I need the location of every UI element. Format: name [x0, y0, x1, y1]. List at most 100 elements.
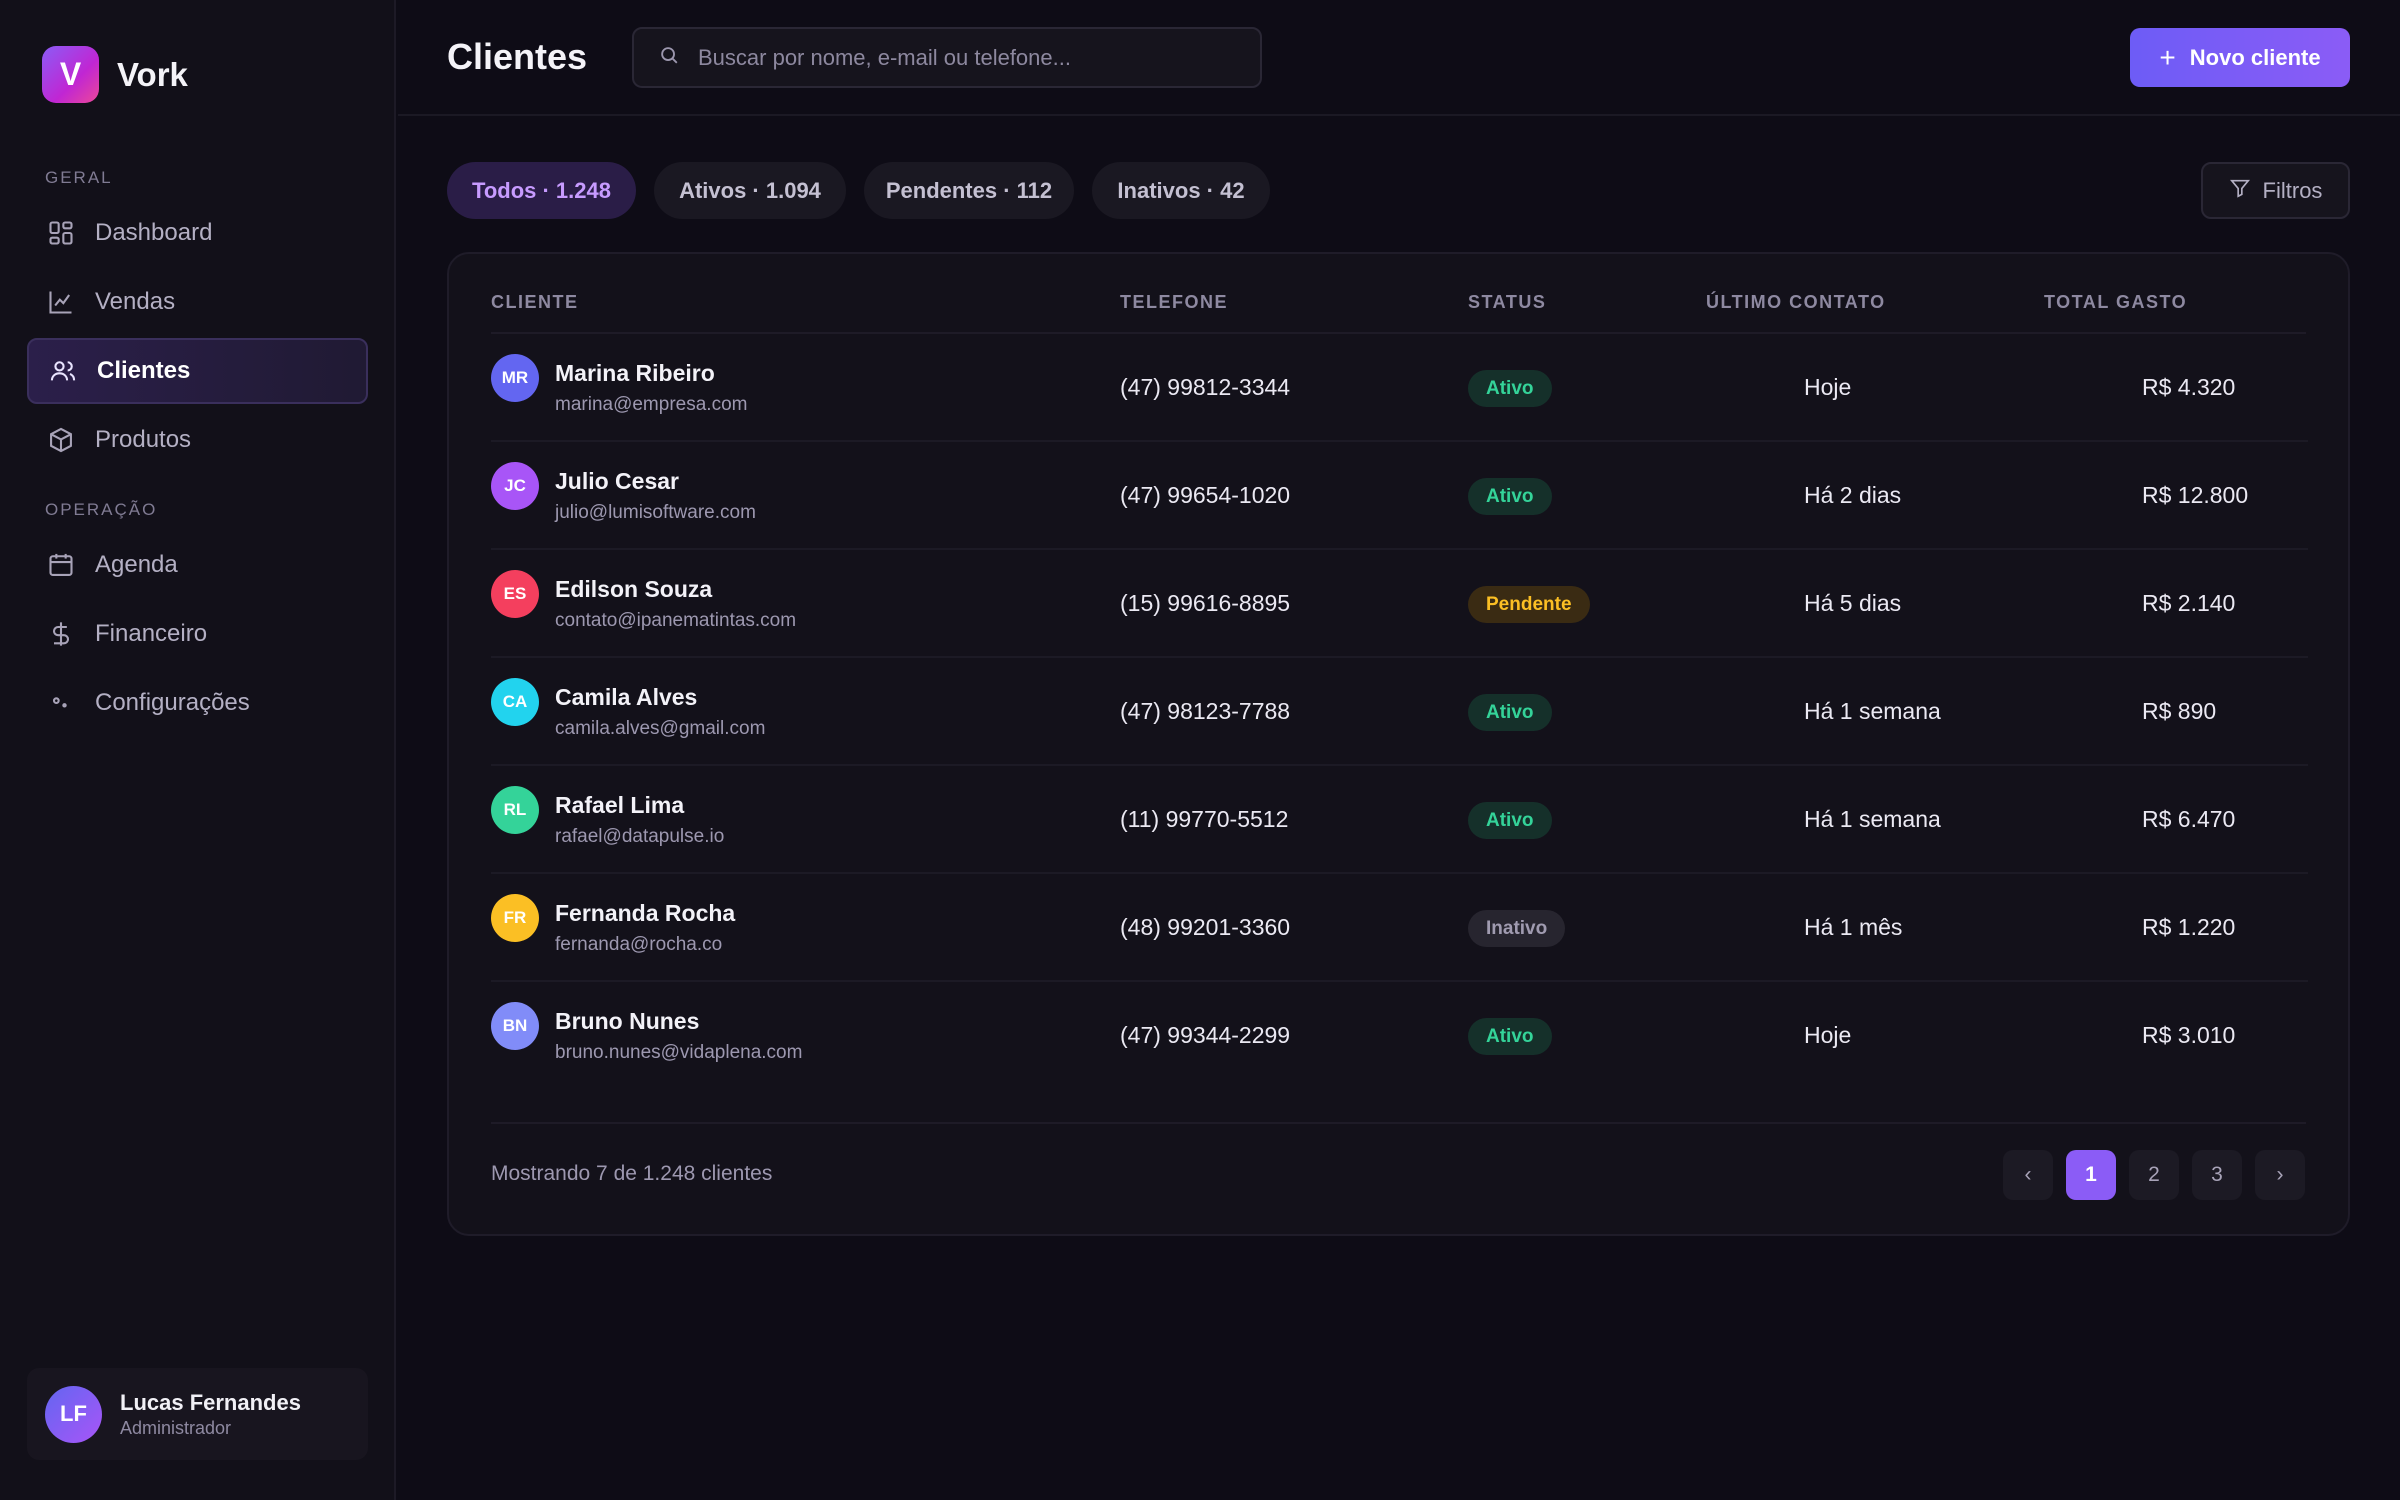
calendar-icon	[47, 551, 75, 579]
dollar-icon	[47, 620, 75, 648]
last-contact: Há 1 mês	[1804, 914, 1903, 940]
sidebar-item-label: Vendas	[95, 288, 176, 315]
column-header-cliente[interactable]: CLIENTE	[491, 292, 579, 313]
search-icon	[658, 44, 680, 71]
avatar: FR	[491, 894, 539, 942]
sidebar-item-produtos[interactable]: Produtos	[27, 407, 368, 473]
total-spent: R$ 4.320	[2142, 374, 2236, 400]
sidebar-item-configuracoes[interactable]: Configurações	[27, 670, 368, 736]
client-phone: (47) 99812-3344	[1120, 374, 1291, 400]
client-name[interactable]: Marina Ribeiro	[555, 360, 715, 387]
box-icon	[47, 426, 75, 454]
sidebar: V Vork GERAL Dashboard Vendas Clientes P…	[0, 0, 396, 1500]
sidebar-item-vendas[interactable]: Vendas	[27, 269, 368, 335]
results-count: Mostrando 7 de 1.248 clientes	[491, 1162, 773, 1185]
column-header-total-gasto[interactable]: TOTAL GASTO	[2044, 292, 2187, 313]
client-phone: (11) 99770-5512	[1120, 806, 1289, 832]
user-role: Administrador	[120, 1417, 232, 1438]
pagination-page-3[interactable]: 3	[2192, 1150, 2242, 1200]
status-badge: Ativo	[1468, 802, 1552, 839]
table-row[interactable]: ES Edilson Souza contato@ipanematintas.com…	[491, 550, 2308, 658]
status-badge: Ativo	[1468, 370, 1552, 407]
table-row[interactable]: CA Camila Alves camila.alves@gmail.com (47)…	[491, 658, 2308, 766]
table-row[interactable]: BN Bruno Nunes bruno.nunes@vidaplena.com (4…	[491, 982, 2308, 1090]
status-badge: Ativo	[1468, 478, 1552, 515]
total-spent: R$ 12.800	[2142, 482, 2249, 508]
client-name[interactable]: Bruno Nunes	[555, 1008, 699, 1035]
total-spent: R$ 3.010	[2142, 1022, 2236, 1048]
status-badge: Inativo	[1468, 910, 1566, 947]
sidebar-item-financeiro[interactable]: Financeiro	[27, 601, 368, 667]
pagination-next-button[interactable]: ›	[2255, 1150, 2305, 1200]
table-row[interactable]: MR Marina Ribeiro marina@empresa.com (47) 9…	[491, 334, 2308, 442]
user-name: Lucas Fernandes	[120, 1389, 301, 1415]
search-input[interactable]	[698, 44, 1238, 71]
last-contact: Há 1 semana	[1804, 806, 1941, 832]
search-box[interactable]	[632, 27, 1262, 88]
tab-inativos[interactable]: Inativos · 42	[1092, 162, 1270, 219]
status-badge: Ativo	[1468, 1018, 1552, 1055]
client-email: rafael@datapulse.io	[555, 826, 725, 847]
plus-icon: +	[2159, 41, 2176, 73]
client-phone: (47) 99344-2299	[1120, 1022, 1291, 1048]
client-email: fernanda@rocha.co	[555, 934, 723, 955]
nav-section-geral: GERAL	[45, 168, 113, 187]
client-name[interactable]: Rafael Lima	[555, 792, 684, 819]
client-phone: (48) 99201-3360	[1120, 914, 1291, 940]
client-phone: (47) 99654-1020	[1120, 482, 1291, 508]
brand-logo: V	[42, 46, 99, 103]
client-name[interactable]: Camila Alves	[555, 684, 697, 711]
filters-label: Filtros	[2262, 177, 2323, 203]
column-header-status[interactable]: STATUS	[1468, 292, 1546, 313]
column-header-telefone[interactable]: TELEFONE	[1120, 292, 1228, 313]
new-client-button[interactable]: + Novo cliente	[2130, 28, 2350, 87]
client-email: contato@ipanematintas.com	[555, 610, 797, 631]
table-row[interactable]: RL Rafael Lima rafael@datapulse.io (11) 997…	[491, 766, 2308, 874]
client-name[interactable]: Julio Cesar	[555, 468, 679, 495]
table-row[interactable]: JC Julio Cesar julio@lumisoftware.com (47) …	[491, 442, 2308, 550]
last-contact: Há 2 dias	[1804, 482, 1902, 508]
user-card[interactable]: LF Lucas Fernandes Administrador	[27, 1368, 368, 1460]
sidebar-item-clientes[interactable]: Clientes	[27, 338, 368, 404]
client-phone: (47) 98123-7788	[1120, 698, 1291, 724]
sidebar-item-label: Configurações	[95, 689, 250, 716]
sidebar-item-dashboard[interactable]: Dashboard	[27, 200, 368, 266]
avatar: ES	[491, 570, 539, 618]
page-title: Clientes	[447, 36, 588, 77]
pagination-page-1[interactable]: 1	[2066, 1150, 2116, 1200]
nav-section-operacao: OPERAÇÃO	[45, 500, 158, 519]
sidebar-item-agenda[interactable]: Agenda	[27, 532, 368, 598]
pagination-prev-button[interactable]: ‹	[2003, 1150, 2053, 1200]
line-chart-icon	[47, 288, 75, 316]
client-phone: (15) 99616-8895	[1120, 590, 1291, 616]
table-row[interactable]: FR Fernanda Rocha fernanda@rocha.co (48) 99…	[491, 874, 2308, 982]
status-badge: Pendente	[1468, 586, 1590, 623]
client-email: bruno.nunes@vidaplena.com	[555, 1042, 803, 1063]
total-spent: R$ 890	[2142, 698, 2217, 724]
total-spent: R$ 1.220	[2142, 914, 2236, 940]
avatar: JC	[491, 462, 539, 510]
sidebar-item-label: Dashboard	[95, 219, 213, 246]
tab-pendentes[interactable]: Pendentes · 112	[864, 162, 1074, 219]
filters-button[interactable]: Filtros	[2201, 162, 2350, 219]
column-header-ultimo-contato[interactable]: ÚLTIMO CONTATO	[1706, 292, 1886, 313]
total-spent: R$ 2.140	[2142, 590, 2236, 616]
clients-table: CLIENTE TELEFONE STATUS ÚLTIMO CONTATO T…	[447, 252, 2350, 1236]
tab-todos[interactable]: Todos · 1.248	[447, 162, 636, 219]
sidebar-item-label: Clientes	[97, 357, 191, 384]
avatar: LF	[45, 1385, 102, 1443]
sidebar-item-label: Agenda	[95, 551, 178, 578]
gear-icon	[47, 689, 75, 717]
tab-ativos[interactable]: Ativos · 1.094	[654, 162, 846, 219]
client-name[interactable]: Edilson Souza	[555, 576, 712, 603]
last-contact: Há 1 semana	[1804, 698, 1941, 724]
status-badge: Ativo	[1468, 694, 1552, 731]
total-spent: R$ 6.470	[2142, 806, 2236, 832]
filter-icon	[2229, 177, 2263, 205]
client-name[interactable]: Fernanda Rocha	[555, 900, 735, 927]
client-email: julio@lumisoftware.com	[555, 502, 756, 523]
sidebar-item-label: Financeiro	[95, 620, 208, 647]
avatar: BN	[491, 1002, 539, 1050]
brand[interactable]: V Vork	[42, 46, 188, 103]
pagination-page-2[interactable]: 2	[2129, 1150, 2179, 1200]
